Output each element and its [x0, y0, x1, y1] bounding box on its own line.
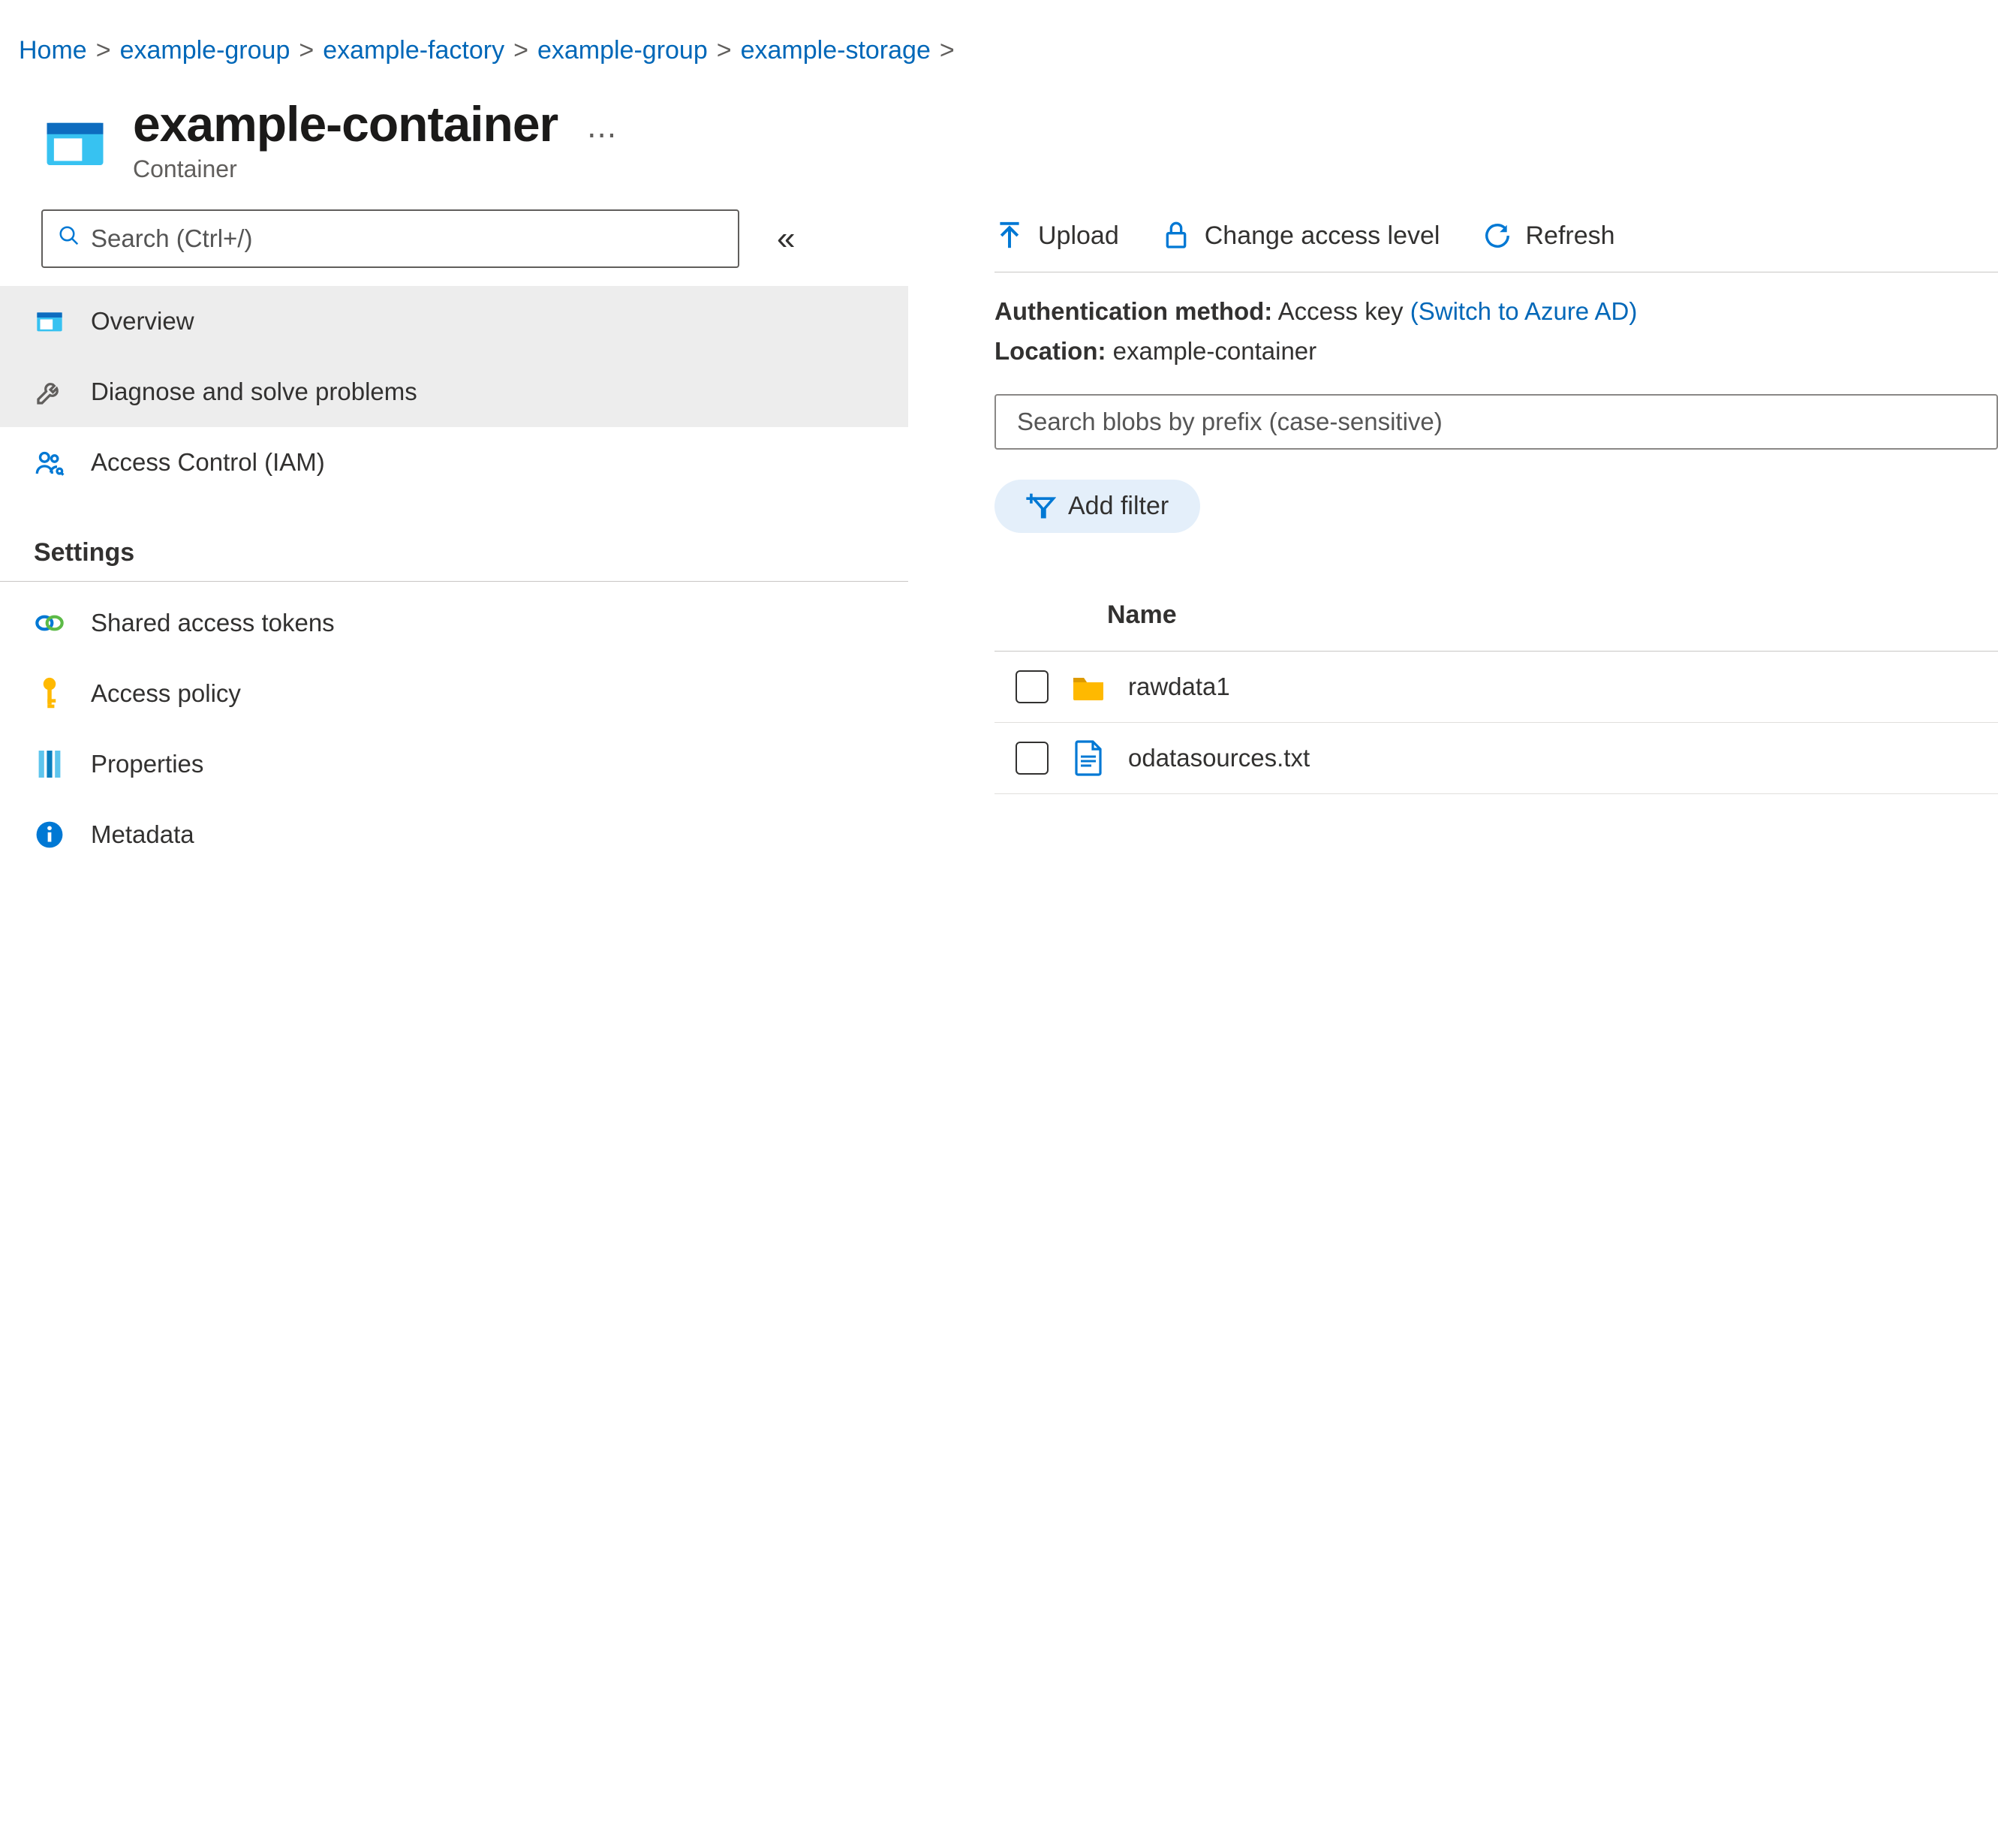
collapse-sidebar-icon[interactable]: « — [777, 220, 795, 257]
search-icon — [58, 224, 80, 253]
row-name: rawdata1 — [1128, 673, 1230, 701]
sidebar-item-label: Metadata — [91, 820, 194, 849]
sidebar-section-settings: Settings — [0, 498, 908, 582]
tool-label: Upload — [1038, 221, 1119, 251]
breadcrumb: Home> example-group> example-factory> ex… — [0, 0, 1998, 95]
sidebar-item-label: Shared access tokens — [91, 609, 335, 637]
page-title: example-container — [133, 96, 558, 152]
sidebar-item-label: Overview — [91, 307, 194, 336]
auth-switch-link[interactable]: (Switch to Azure AD) — [1410, 297, 1638, 325]
sidebar-item-label: Diagnose and solve problems — [91, 378, 417, 406]
container-icon — [34, 305, 65, 337]
folder-icon — [1070, 668, 1107, 706]
auth-label: Authentication method: — [994, 297, 1272, 325]
column-name[interactable]: Name — [1107, 600, 1177, 630]
key-icon — [34, 678, 65, 709]
sidebar-item-overview[interactable]: Overview — [0, 286, 908, 357]
toolbar: Upload Change access level Refresh — [994, 209, 1998, 272]
add-filter-label: Add filter — [1068, 492, 1169, 521]
location-label: Location: — [994, 337, 1106, 365]
blob-search-input[interactable] — [1017, 408, 1975, 436]
sidebar-item-iam[interactable]: Access Control (IAM) — [0, 427, 908, 498]
refresh-icon — [1482, 221, 1512, 251]
container-icon — [41, 109, 109, 176]
main-panel: Upload Change access level Refresh Authe… — [908, 209, 1998, 870]
link-icon — [34, 607, 65, 639]
table-head: Name — [994, 579, 1998, 652]
breadcrumb-sep: > — [294, 36, 318, 65]
lock-icon — [1161, 221, 1191, 251]
page-subtitle: Container — [133, 155, 619, 183]
tool-label: Refresh — [1526, 221, 1615, 251]
breadcrumb-home[interactable]: Home — [19, 36, 87, 65]
row-checkbox[interactable] — [1016, 670, 1049, 703]
sidebar-search[interactable] — [41, 209, 739, 268]
breadcrumb-sep: > — [509, 36, 533, 65]
sidebar-item-label: Properties — [91, 750, 203, 778]
refresh-button[interactable]: Refresh — [1482, 221, 1615, 251]
sidebar-item-label: Access Control (IAM) — [91, 448, 325, 477]
location-value: example-container — [1113, 337, 1316, 365]
sidebar-search-input[interactable] — [91, 224, 723, 253]
breadcrumb-sep: > — [712, 36, 736, 65]
upload-button[interactable]: Upload — [994, 221, 1119, 251]
file-icon — [1070, 739, 1107, 777]
change-access-button[interactable]: Change access level — [1161, 221, 1440, 251]
sidebar-item-diagnose[interactable]: Diagnose and solve problems — [0, 357, 908, 427]
row-name: odatasources.txt — [1128, 744, 1310, 772]
blob-table: Name rawdata1 odatasources.txt — [994, 579, 1998, 794]
info-icon — [34, 819, 65, 850]
table-row[interactable]: odatasources.txt — [994, 723, 1998, 794]
blob-search[interactable] — [994, 394, 1998, 450]
more-actions-icon[interactable]: ⋯ — [587, 119, 619, 152]
content: « Overview Diagnose and solve problems A… — [0, 209, 1998, 870]
sidebar-item-properties[interactable]: Properties — [0, 729, 908, 799]
breadcrumb-group1[interactable]: example-group — [120, 36, 290, 65]
upload-icon — [994, 221, 1025, 251]
add-filter-button[interactable]: Add filter — [994, 480, 1200, 533]
people-icon — [34, 447, 65, 478]
row-checkbox[interactable] — [1016, 742, 1049, 775]
table-row[interactable]: rawdata1 — [994, 652, 1998, 723]
filter-icon — [1026, 492, 1056, 519]
wrench-icon — [34, 376, 65, 408]
sidebar: « Overview Diagnose and solve problems A… — [0, 209, 908, 870]
breadcrumb-sep: > — [92, 36, 116, 65]
sidebar-item-label: Access policy — [91, 679, 241, 708]
tool-label: Change access level — [1205, 221, 1440, 251]
breadcrumb-factory[interactable]: example-factory — [323, 36, 504, 65]
breadcrumb-sep: > — [935, 36, 959, 65]
breadcrumb-storage[interactable]: example-storage — [741, 36, 931, 65]
sidebar-item-access-policy[interactable]: Access policy — [0, 658, 908, 729]
sidebar-item-metadata[interactable]: Metadata — [0, 799, 908, 870]
sidebar-item-shared-tokens[interactable]: Shared access tokens — [0, 588, 908, 658]
meta-block: Authentication method: Access key (Switc… — [994, 272, 1998, 394]
breadcrumb-group2[interactable]: example-group — [537, 36, 708, 65]
sliders-icon — [34, 748, 65, 780]
page-header: example-container ⋯ Container — [0, 95, 1998, 209]
